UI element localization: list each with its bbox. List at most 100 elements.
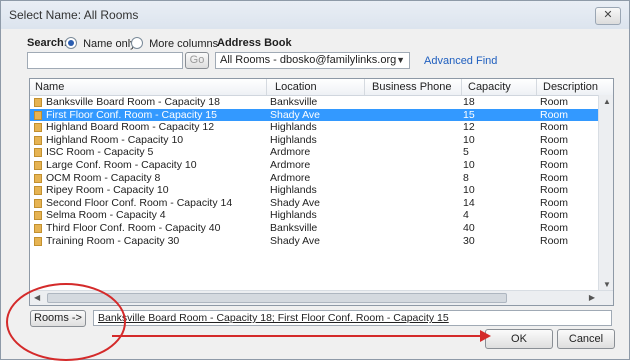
cell-name: Selma Room - Capacity 4 <box>46 209 166 222</box>
room-icon <box>34 123 42 133</box>
table-row[interactable]: OCM Room - Capacity 8 Ardmore 8 Room <box>30 172 598 185</box>
scroll-up-icon[interactable]: ▲ <box>603 97 611 106</box>
rooms-input[interactable]: Banksville Board Room - Capacity 18; Fir… <box>93 310 612 326</box>
search-input[interactable] <box>27 52 183 69</box>
room-icon <box>34 110 42 120</box>
cell-description: Room <box>540 121 569 134</box>
column-header-description[interactable]: Description <box>543 81 598 93</box>
radio-name-only-label: Name only <box>83 38 136 50</box>
radio-name-only[interactable]: Name only <box>65 37 136 50</box>
cell-description: Room <box>540 171 569 184</box>
table-row[interactable]: Training Room - Capacity 30 Shady Ave 30 Ro… <box>30 235 598 248</box>
room-icon <box>34 148 42 158</box>
cell-name: Training Room - Capacity 30 <box>46 234 180 247</box>
cell-location: Highlands <box>270 209 317 222</box>
cell-name: Large Conf. Room - Capacity 10 <box>46 158 197 171</box>
cell-name: First Floor Conf. Room - Capacity 15 <box>46 108 217 121</box>
close-button[interactable]: ✕ <box>595 7 621 25</box>
cell-capacity: 18 <box>463 96 475 108</box>
cell-description: Room <box>540 196 569 209</box>
scroll-right-icon[interactable]: ▶ <box>589 293 595 302</box>
table-row[interactable]: Second Floor Conf. Room - Capacity 14 Sha… <box>30 197 598 210</box>
table-row[interactable]: Banksville Board Room - Capacity 18 Banks… <box>30 96 598 109</box>
table-row[interactable]: Highland Board Room - Capacity 12 Highlan… <box>30 121 598 134</box>
cell-description: Room <box>540 184 569 197</box>
column-header-name[interactable]: Name <box>35 81 64 93</box>
column-header-location[interactable]: Location <box>275 81 317 93</box>
cell-description: Room <box>540 234 569 247</box>
room-icon <box>34 236 42 246</box>
column-divider <box>266 79 267 95</box>
annotation-arrowhead <box>480 330 491 342</box>
radio-more-columns[interactable]: More columns <box>131 37 218 50</box>
cell-location: Ardmore <box>270 146 311 159</box>
close-icon: ✕ <box>603 9 613 21</box>
cell-name: Highland Room - Capacity 10 <box>46 133 184 146</box>
cell-name: Highland Board Room - Capacity 12 <box>46 121 215 134</box>
advanced-find-link[interactable]: Advanced Find <box>424 55 497 67</box>
cell-capacity: 30 <box>463 234 475 247</box>
room-icon <box>34 198 42 208</box>
table-row[interactable]: Highland Room - Capacity 10 Highlands 10 Ro… <box>30 134 598 147</box>
table-row[interactable]: ISC Room - Capacity 5 Ardmore 5 Room <box>30 146 598 159</box>
table-row[interactable]: Selma Room - Capacity 4 Highlands 4 Room <box>30 209 598 222</box>
table-row[interactable]: Ripey Room - Capacity 10 Highlands 10 Room <box>30 184 598 197</box>
cell-name: OCM Room - Capacity 8 <box>46 171 161 184</box>
cell-location: Ardmore <box>270 158 311 171</box>
cancel-button[interactable]: Cancel <box>557 329 615 349</box>
address-book-select[interactable]: All Rooms - dbosko@familylinks.org ▼ <box>215 52 410 69</box>
table-row[interactable]: Large Conf. Room - Capacity 10 Ardmore 10 R… <box>30 159 598 172</box>
table-row[interactable]: First Floor Conf. Room - Capacity 15 Shad… <box>30 108 598 122</box>
radio-selected-icon <box>65 37 77 49</box>
table-row[interactable]: Third Floor Conf. Room - Capacity 40 Bank… <box>30 222 598 235</box>
vertical-scrollbar[interactable]: ▲ ▼ <box>598 95 613 291</box>
cell-description: Room <box>540 133 569 146</box>
cell-name: Ripey Room - Capacity 10 <box>46 184 169 197</box>
room-icon <box>34 135 42 145</box>
cell-description: Room <box>540 158 569 171</box>
cell-description: Room <box>540 96 569 108</box>
scroll-down-icon[interactable]: ▼ <box>603 280 611 289</box>
cell-description: Room <box>540 221 569 234</box>
address-list[interactable]: Name Location Business Phone Capacity De… <box>29 78 614 306</box>
rooms-input-value: Banksville Board Room - Capacity 18; Fir… <box>98 312 449 324</box>
list-rows: Banksville Board Room - Capacity 18 Banks… <box>30 96 598 247</box>
column-divider <box>461 79 462 95</box>
cell-capacity: 8 <box>463 171 469 184</box>
cell-capacity: 5 <box>463 146 469 159</box>
address-book-label: Address Book <box>217 37 292 49</box>
cell-location: Banksville <box>270 221 318 234</box>
cell-location: Shady Ave <box>270 108 321 121</box>
cell-capacity: 10 <box>463 133 475 146</box>
cell-name: ISC Room - Capacity 5 <box>46 146 154 159</box>
cell-capacity: 4 <box>463 209 469 222</box>
cell-capacity: 12 <box>463 121 475 134</box>
column-header-business-phone[interactable]: Business Phone <box>372 81 452 93</box>
address-book-value: All Rooms - dbosko@familylinks.org <box>220 54 397 66</box>
window-title: Select Name: All Rooms <box>9 8 139 22</box>
cell-name: Second Floor Conf. Room - Capacity 14 <box>46 196 233 209</box>
room-icon <box>34 160 42 170</box>
list-header: Name Location Business Phone Capacity De… <box>30 79 613 96</box>
cell-location: Ardmore <box>270 171 311 184</box>
cell-capacity: 15 <box>463 108 475 121</box>
cell-capacity: 14 <box>463 196 475 209</box>
cell-capacity: 40 <box>463 221 475 234</box>
go-button[interactable]: Go <box>185 52 209 69</box>
ok-button[interactable]: OK <box>485 329 553 349</box>
cell-description: Room <box>540 209 569 222</box>
cell-description: Room <box>540 146 569 159</box>
cell-location: Highlands <box>270 184 317 197</box>
cell-location: Highlands <box>270 121 317 134</box>
column-header-capacity[interactable]: Capacity <box>468 81 511 93</box>
column-divider <box>364 79 365 95</box>
room-icon <box>34 173 42 183</box>
cell-description: Room <box>540 108 569 121</box>
cell-location: Shady Ave <box>270 196 321 209</box>
room-icon <box>34 98 42 107</box>
cell-location: Shady Ave <box>270 234 321 247</box>
cell-location: Banksville <box>270 96 318 108</box>
search-label: Search: <box>27 37 68 49</box>
radio-unselected-icon <box>131 37 143 49</box>
room-icon <box>34 223 42 233</box>
